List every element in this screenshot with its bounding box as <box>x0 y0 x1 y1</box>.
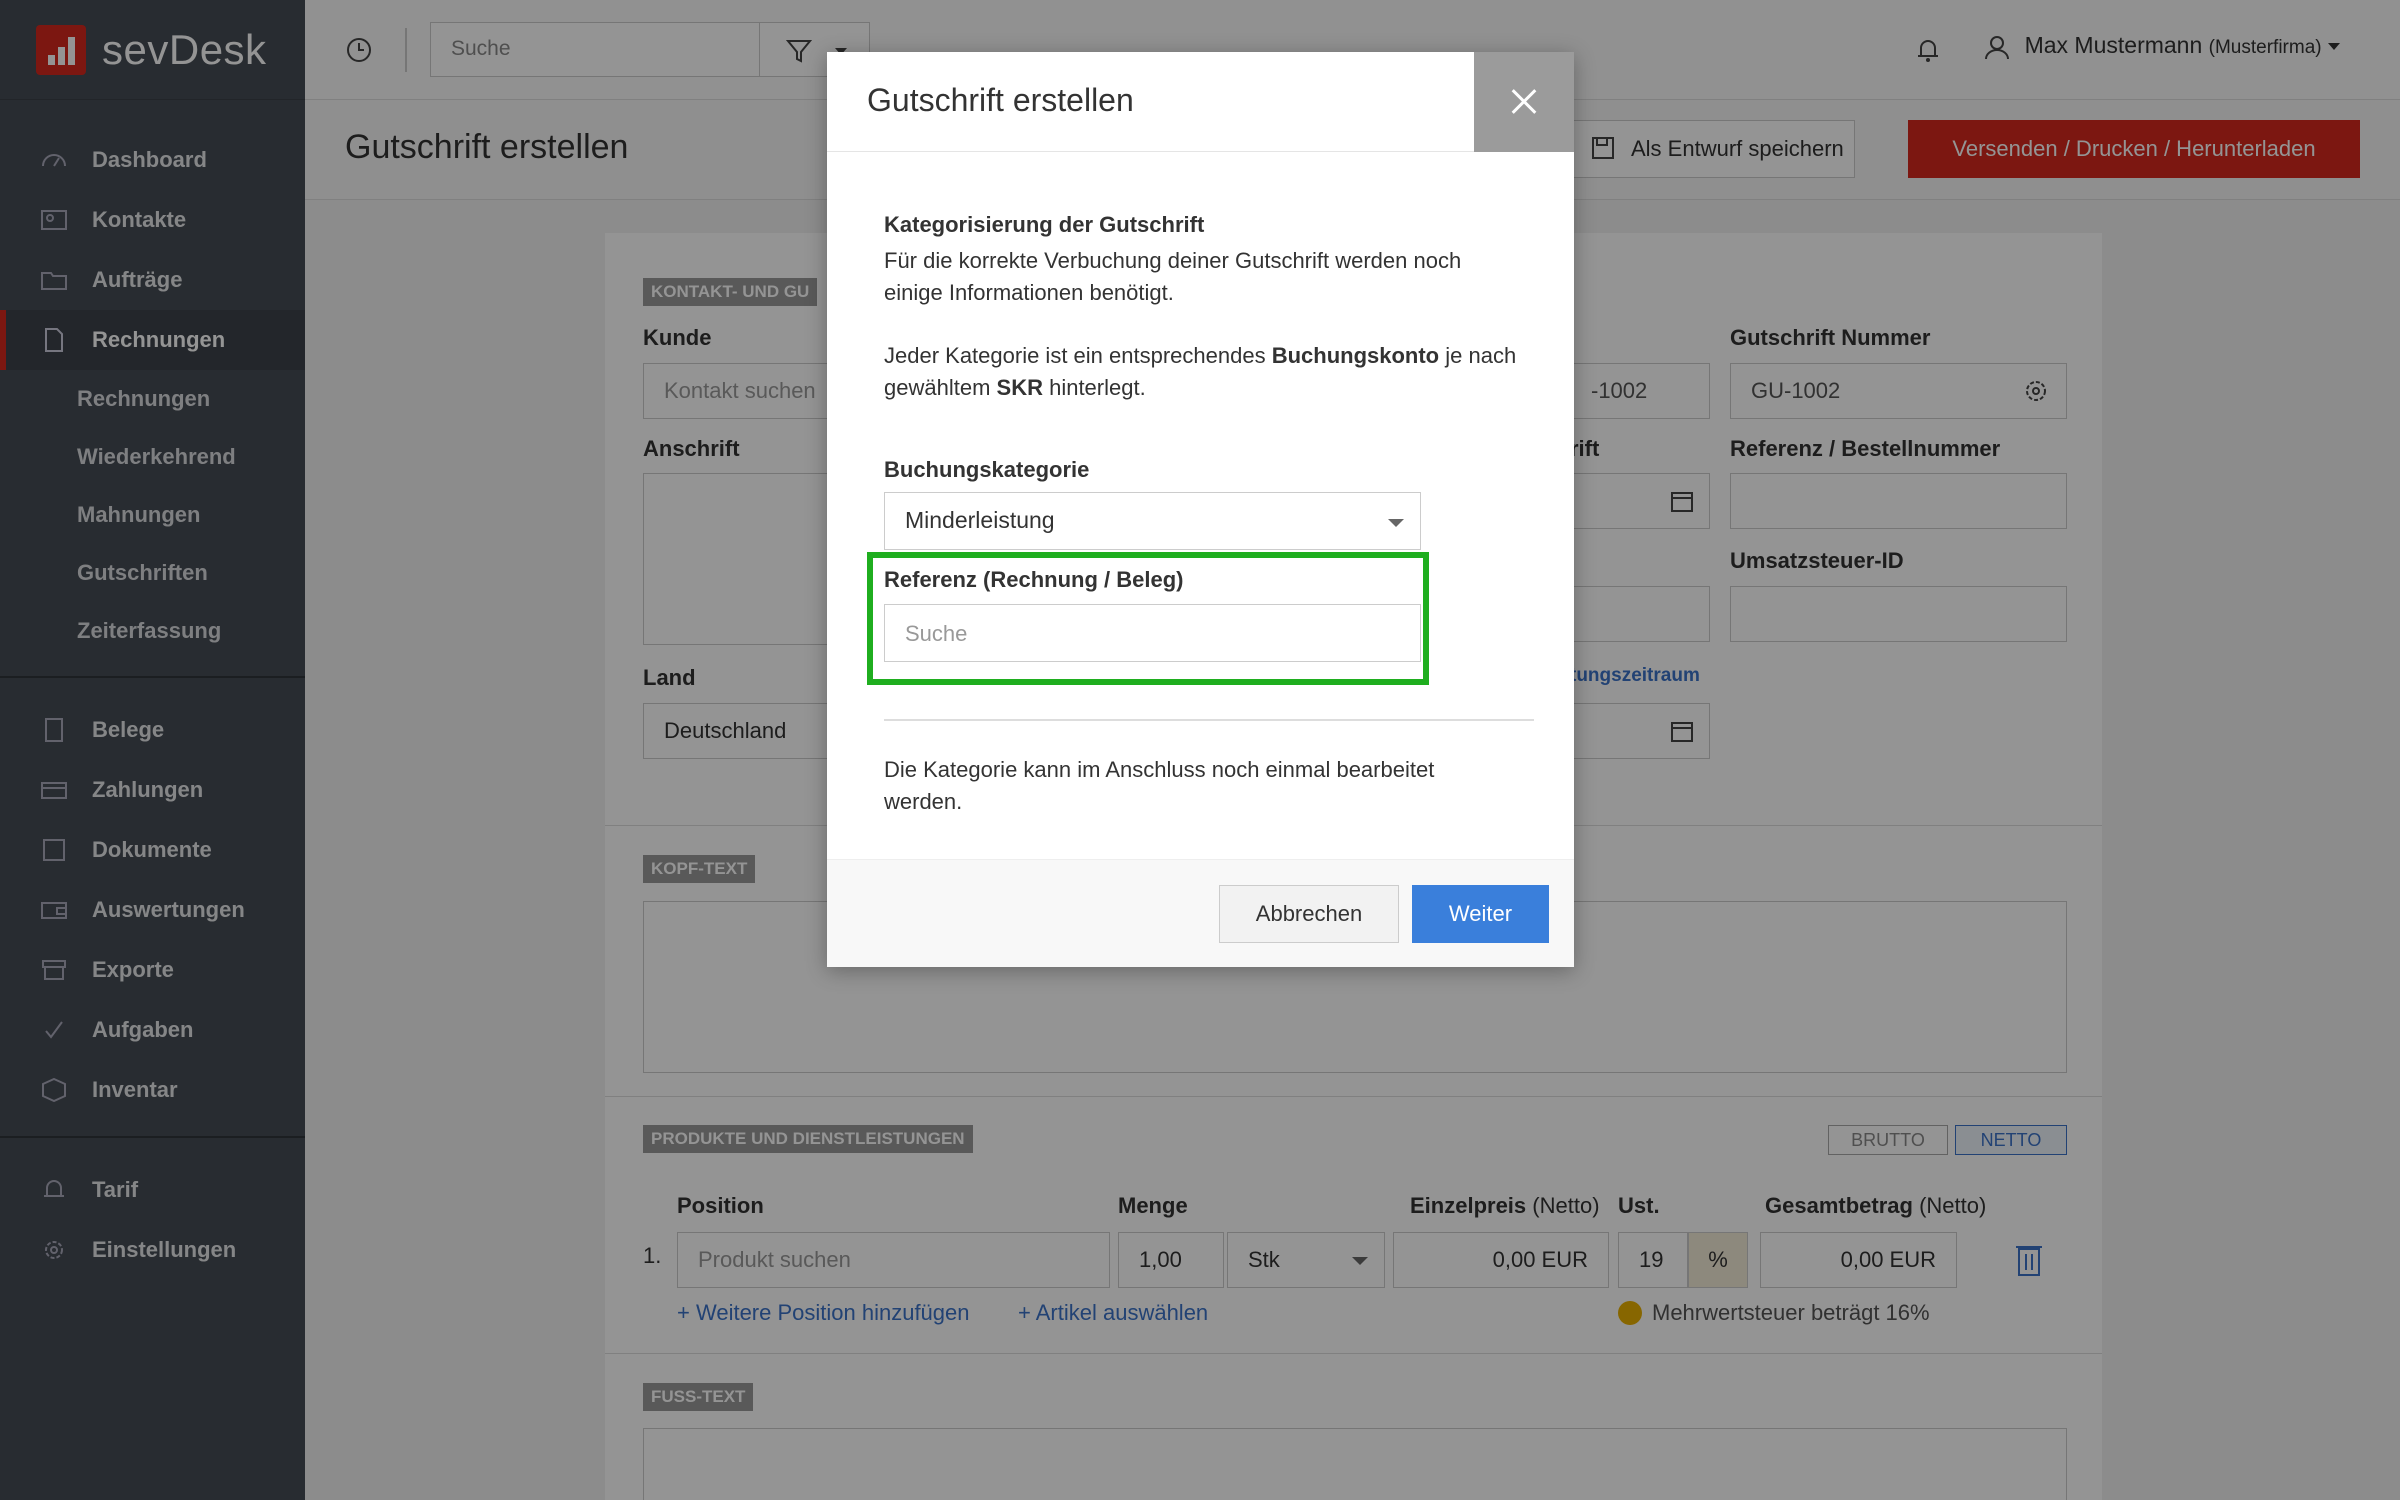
info-text-bold: Buchungskonto <box>1271 343 1440 368</box>
dialog-footer: Abbrechen Weiter <box>827 859 1574 967</box>
chevron-down-icon <box>1388 519 1404 527</box>
kategorie-label: Buchungskategorie <box>884 457 1090 482</box>
dialog-title: Gutschrift erstellen <box>867 82 1134 118</box>
create-credit-note-dialog: Gutschrift erstellen Kategorisierung der… <box>827 52 1574 967</box>
next-button[interactable]: Weiter <box>1412 885 1549 943</box>
intro-text: Für die korrekte Verbuchung deiner Gutsc… <box>884 248 1462 305</box>
info-text: Jeder Kategorie ist ein entsprechendes B… <box>884 340 1534 404</box>
footer-note: Die Kategorie kann im Anschluss noch ein… <box>884 757 1435 814</box>
dialog-divider <box>884 719 1534 721</box>
kategorie-value: Minderleistung <box>905 507 1055 533</box>
referenz-beleg-label: Referenz (Rechnung / Beleg) <box>884 567 1184 592</box>
info-text-part: Jeder Kategorie ist ein entsprechendes <box>884 343 1272 368</box>
close-button[interactable] <box>1474 52 1574 152</box>
info-text-bold: SKR <box>996 375 1043 400</box>
kategorie-select[interactable]: Minderleistung <box>884 492 1421 550</box>
cancel-button[interactable]: Abbrechen <box>1219 885 1399 943</box>
intro-heading: Kategorisierung der Gutschrift <box>884 212 1205 237</box>
info-text-part: hinterlegt. <box>1042 375 1146 400</box>
referenz-search-input[interactable]: Suche <box>884 604 1421 662</box>
dialog-header: Gutschrift erstellen <box>827 52 1574 152</box>
